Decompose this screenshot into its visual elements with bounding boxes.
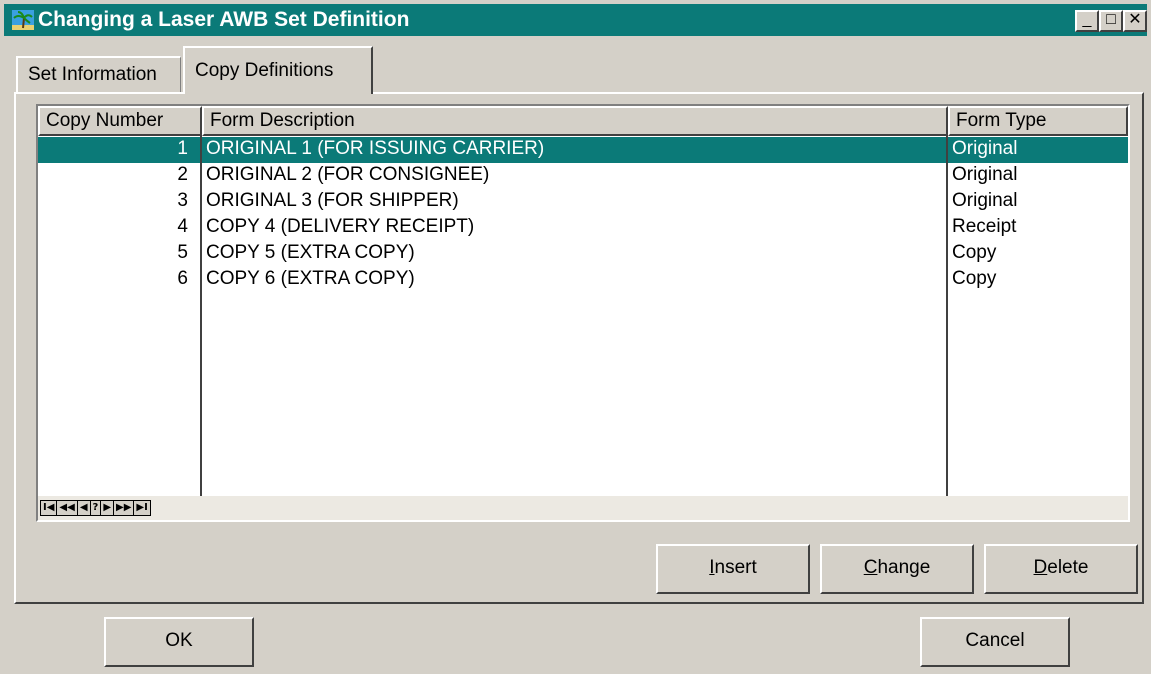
cell-form-type: Copy: [952, 268, 997, 289]
column-divider: [946, 136, 948, 496]
palm-tree-app-icon: [12, 10, 34, 30]
minimize-button[interactable]: _: [1075, 10, 1099, 32]
cell-form-type: Original: [952, 164, 1018, 185]
cancel-button[interactable]: Cancel: [920, 617, 1070, 667]
tab-label: Set Information: [28, 64, 157, 85]
cell-form-type: Original: [952, 190, 1018, 211]
column-divider: [200, 136, 202, 496]
page-forward-icon[interactable]: ▶▶: [113, 500, 134, 516]
tab-label: Copy Definitions: [195, 60, 334, 81]
mnemonic: C: [863, 557, 878, 578]
cell-copy-number: 2: [177, 164, 188, 185]
change-button[interactable]: Change: [820, 544, 974, 594]
ok-button[interactable]: OK: [104, 617, 254, 667]
cell-form-description: COPY 5 (EXTRA COPY): [206, 242, 415, 263]
cell-copy-number: 4: [177, 216, 188, 237]
tab-set-information[interactable]: Set Information: [16, 56, 181, 92]
cell-form-type: Copy: [952, 242, 997, 263]
tab-copy-definitions[interactable]: Copy Definitions: [183, 46, 373, 94]
title-bar[interactable]: Changing a Laser AWB Set Definition _ □ …: [4, 4, 1147, 36]
next-record-icon[interactable]: ▶: [100, 500, 114, 516]
cell-form-type: Receipt: [952, 216, 1017, 237]
window-title: Changing a Laser AWB Set Definition: [38, 8, 410, 31]
column-header-form-type[interactable]: Form Type: [948, 106, 1128, 136]
mnemonic: D: [1033, 557, 1048, 578]
record-navigator: I◀ ◀◀ ◀ ? ▶ ▶▶ ▶I: [38, 496, 1128, 520]
cell-form-description: ORIGINAL 1 (FOR ISSUING CARRIER): [206, 138, 545, 159]
delete-button[interactable]: Delete: [984, 544, 1138, 594]
column-header-form-description[interactable]: Form Description: [202, 106, 948, 136]
cell-copy-number: 3: [177, 190, 188, 211]
cell-form-description: COPY 4 (DELIVERY RECEIPT): [206, 216, 475, 237]
first-record-icon[interactable]: I◀: [40, 500, 57, 516]
button-label: hange: [877, 557, 931, 578]
close-button[interactable]: ✕: [1123, 10, 1147, 32]
button-label: elete: [1047, 557, 1089, 578]
copy-definitions-grid[interactable]: Copy Number Form Description Form Type 1…: [36, 104, 1130, 522]
maximize-button[interactable]: □: [1099, 10, 1123, 32]
column-header-copy-number[interactable]: Copy Number: [38, 106, 202, 136]
button-label: nsert: [714, 557, 757, 578]
cell-copy-number: 5: [177, 242, 188, 263]
query-icon[interactable]: ?: [89, 500, 101, 516]
cell-form-description: COPY 6 (EXTRA COPY): [206, 268, 415, 289]
dialog-window: Changing a Laser AWB Set Definition _ □ …: [0, 0, 1151, 674]
cell-copy-number: 6: [177, 268, 188, 289]
last-record-icon[interactable]: ▶I: [133, 500, 151, 516]
prev-record-icon[interactable]: ◀: [76, 500, 90, 516]
cell-form-description: ORIGINAL 2 (FOR CONSIGNEE): [206, 164, 490, 185]
cell-copy-number: 1: [177, 138, 188, 159]
cell-form-type: Original: [952, 138, 1018, 159]
page-back-icon[interactable]: ◀◀: [56, 500, 77, 516]
insert-button[interactable]: Insert: [656, 544, 810, 594]
cell-form-description: ORIGINAL 3 (FOR SHIPPER): [206, 190, 459, 211]
